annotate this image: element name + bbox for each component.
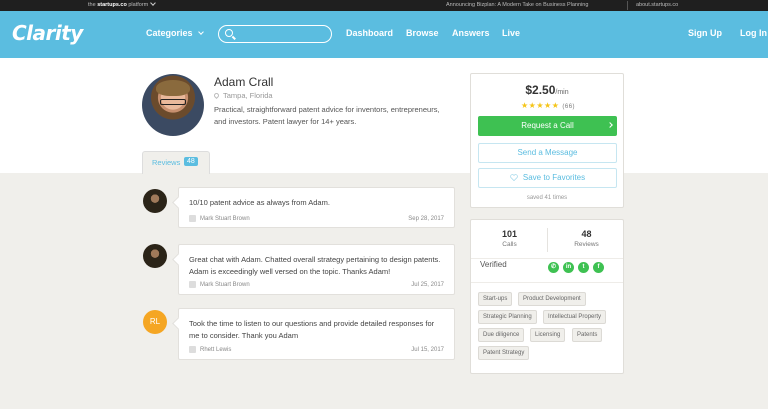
search-input[interactable]: [237, 27, 327, 40]
rating-count: (66): [562, 104, 576, 110]
reviews-label: Reviews: [574, 241, 599, 248]
booking-card: $2.50/min ★★★★★ (66) Request a Call Send …: [470, 73, 624, 208]
platform-suffix: platform: [126, 2, 149, 8]
about-link[interactable]: about.startups.co: [636, 2, 678, 8]
review-author[interactable]: Mark Stuart Brown: [189, 281, 250, 288]
reviews-stat: 48 Reviews: [548, 229, 625, 248]
platform-brand: startups.co: [97, 2, 127, 8]
review-date: Sep 28, 2017: [408, 216, 444, 222]
expert-avatar: [142, 74, 204, 136]
reviews-value: 48: [581, 229, 592, 239]
saved-count: saved 41 times: [526, 195, 568, 201]
categories-dropdown[interactable]: Categories: [146, 28, 204, 38]
platform-switcher[interactable]: the startups.co platform: [88, 0, 157, 8]
nav-live[interactable]: Live: [502, 28, 520, 38]
login-link[interactable]: Log In: [740, 28, 767, 38]
rating-stars: ★★★★★ (66): [521, 101, 575, 110]
categories-label: Categories: [146, 28, 193, 38]
review-author-name: Mark Stuart Brown: [200, 282, 250, 289]
clarity-logo[interactable]: Clarity: [12, 21, 83, 45]
chevron-down-icon: [150, 0, 157, 6]
linkedin-icon: in: [563, 262, 574, 273]
calls-stat: 101 Calls: [471, 229, 548, 248]
price-value: $2.50: [525, 83, 556, 97]
user-icon: [189, 281, 196, 288]
review-author-name: Rhett Lewis: [200, 347, 232, 354]
request-call-button[interactable]: Request a Call: [478, 116, 617, 136]
expert-bio: Practical, straightforward patent advice…: [214, 105, 440, 126]
reviewer-avatar[interactable]: [143, 244, 167, 268]
tag-patent-strategy[interactable]: Patent Strategy: [478, 346, 530, 360]
review-card: Took the time to listen to our questions…: [178, 308, 455, 360]
nav-dashboard[interactable]: Dashboard: [346, 28, 393, 38]
nav-browse[interactable]: Browse: [406, 28, 439, 38]
twitter-icon: t: [578, 262, 589, 273]
facebook-icon: f: [593, 262, 604, 273]
review-date: Jul 25, 2017: [411, 282, 444, 288]
divider: [471, 258, 623, 259]
verified-label: Verified: [480, 260, 507, 269]
tag-product-development[interactable]: Product Development: [518, 292, 586, 306]
user-icon: [189, 346, 196, 353]
chevron-down-icon: [197, 29, 204, 35]
user-icon: [189, 215, 196, 222]
tab-reviews[interactable]: Reviews 48: [142, 151, 210, 174]
location-text: Tampa, Florida: [223, 91, 273, 100]
phone-icon: ✆: [548, 262, 559, 273]
signup-link[interactable]: Sign Up: [688, 28, 722, 38]
review-author[interactable]: Rhett Lewis: [189, 346, 231, 353]
review-author[interactable]: Mark Stuart Brown: [189, 215, 250, 222]
request-call-label: Request a Call: [521, 121, 574, 130]
search-icon: [225, 29, 233, 37]
price-per-minute: $2.50/min: [471, 83, 623, 97]
expert-name: Adam Crall: [214, 75, 274, 89]
reviews-count-badge: 48: [184, 157, 198, 166]
review-text: Great chat with Adam. Chatted overall st…: [189, 255, 441, 276]
tag-startups[interactable]: Start-ups: [478, 292, 513, 306]
save-favorites-label: Save to Favorites: [522, 173, 586, 182]
announcement-link[interactable]: Announcing Bizplan: A Modern Take on Bus…: [446, 2, 588, 8]
expert-location: Tampa, Florida: [212, 91, 273, 100]
save-favorites-button[interactable]: Save to Favorites: [478, 168, 617, 188]
nav-answers[interactable]: Answers: [452, 28, 490, 38]
search-box[interactable]: [218, 25, 332, 43]
review-card: 10/10 patent advice as always from Adam.…: [178, 187, 455, 228]
divider: [627, 1, 628, 10]
tag-strategic-planning[interactable]: Strategic Planning: [478, 310, 537, 324]
tag-due-diligence[interactable]: Due diligence: [478, 328, 525, 342]
reviewer-avatar[interactable]: [143, 189, 167, 213]
star-icons: ★★★★★: [521, 101, 560, 110]
review-card: Great chat with Adam. Chatted overall st…: [178, 244, 455, 295]
review-date: Jul 15, 2017: [411, 347, 444, 353]
calls-value: 101: [501, 229, 518, 239]
chevron-right-icon: [607, 122, 613, 128]
review-text: 10/10 patent advice as always from Adam.: [189, 198, 330, 207]
startups-platform-bar: the startups.co platform Announcing Bizp…: [0, 0, 768, 11]
platform-prefix: the: [88, 2, 98, 8]
tag-patents[interactable]: Patents: [572, 328, 603, 342]
main-header: Clarity Categories Dashboard Browse Answ…: [0, 11, 768, 58]
review-text: Took the time to listen to our questions…: [189, 319, 435, 340]
review-author-name: Mark Stuart Brown: [200, 216, 250, 223]
divider: [471, 282, 623, 283]
send-message-button[interactable]: Send a Message: [478, 143, 617, 163]
tag-intellectual-property[interactable]: Intellectual Property: [543, 310, 607, 324]
price-unit: /min: [555, 89, 569, 96]
heart-icon: [510, 174, 518, 181]
stats-card: 101 Calls 48 Reviews Verified ✆ in t f S…: [470, 219, 624, 374]
reviewer-initials-avatar[interactable]: RL: [143, 310, 167, 334]
tag-licensing[interactable]: Licensing: [530, 328, 566, 342]
tab-reviews-label: Reviews: [152, 158, 181, 167]
location-pin-icon: [212, 91, 221, 100]
calls-label: Calls: [502, 241, 517, 248]
